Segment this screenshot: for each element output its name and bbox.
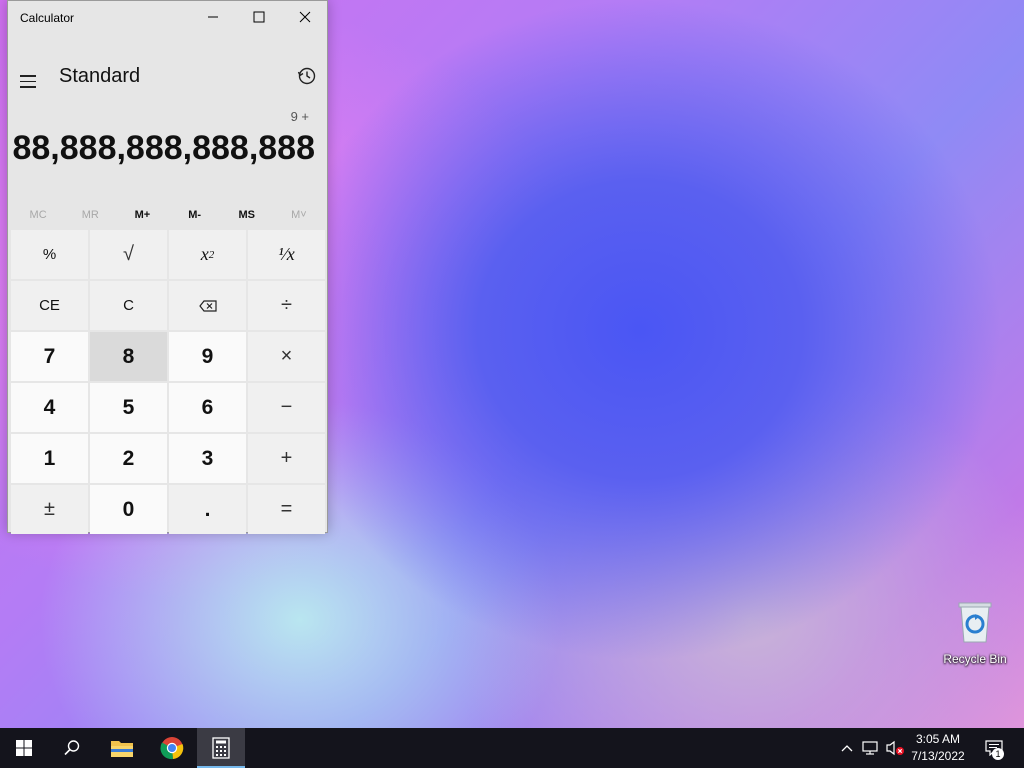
- chrome-button[interactable]: [148, 728, 196, 768]
- show-hidden-icons-button[interactable]: [836, 728, 858, 768]
- file-explorer-icon: [111, 741, 133, 757]
- start-icon: [16, 740, 32, 756]
- memory-row: MC MR M+ M- MS M˅: [12, 204, 325, 226]
- recycle-bin-label: Recycle Bin: [943, 652, 1007, 666]
- close-button[interactable]: [282, 1, 328, 33]
- square-base: x: [200, 244, 209, 264]
- digit-3-button[interactable]: 3: [169, 434, 246, 483]
- clear-button[interactable]: C: [90, 281, 167, 330]
- memory-clear-button[interactable]: MC: [12, 204, 64, 226]
- calculator-icon: [212, 737, 230, 759]
- reciprocal-button[interactable]: ¹⁄x: [248, 230, 325, 279]
- digit-1-button[interactable]: 1: [11, 434, 88, 483]
- calculator-taskbar-button[interactable]: [197, 728, 245, 768]
- clock-date: 7/13/2022: [911, 749, 965, 763]
- maximize-icon: [253, 11, 265, 23]
- hamburger-menu-icon[interactable]: [20, 75, 36, 92]
- volume-status[interactable]: [884, 728, 906, 768]
- digit-0-button[interactable]: 0: [90, 485, 167, 534]
- memory-list-button[interactable]: M˅: [273, 204, 325, 226]
- memory-recall-button[interactable]: MR: [64, 204, 116, 226]
- maximize-button[interactable]: [236, 1, 282, 33]
- negate-button[interactable]: ±: [11, 485, 88, 534]
- divide-button[interactable]: ÷: [248, 281, 325, 330]
- title-bar[interactable]: Calculator: [8, 1, 327, 35]
- clear-entry-button[interactable]: CE: [11, 281, 88, 330]
- taskbar: 3:05 AM 7/13/2022: [0, 728, 1024, 768]
- equals-button[interactable]: =: [248, 485, 325, 534]
- digit-2-button[interactable]: 2: [90, 434, 167, 483]
- add-button[interactable]: +: [248, 434, 325, 483]
- mode-title: Standard: [59, 65, 141, 87]
- decimal-button[interactable]: .: [169, 485, 246, 534]
- recycle-bin[interactable]: Recycle Bin: [940, 600, 1010, 666]
- notification-count-badge: 1: [992, 748, 1004, 760]
- digit-6-button[interactable]: 6: [169, 383, 246, 432]
- result-display: 88,888,888,888,888: [12, 129, 315, 167]
- square-exponent: 2: [208, 248, 215, 261]
- calculator-window: Calculator Standard 9 + 88,888,888,888,8…: [7, 0, 328, 534]
- square-root-button[interactable]: √: [90, 230, 167, 279]
- digit-4-button[interactable]: 4: [11, 383, 88, 432]
- memory-add-button[interactable]: M+: [116, 204, 168, 226]
- clock-time: 3:05 AM: [915, 732, 961, 746]
- window-title: Calculator: [20, 11, 75, 25]
- digit-8-button[interactable]: 8: [90, 332, 167, 381]
- minimize-button[interactable]: [190, 1, 236, 33]
- show-desktop-button[interactable]: [1018, 728, 1024, 768]
- volume-muted-icon: [886, 740, 904, 756]
- clock[interactable]: 3:05 AM 7/13/2022: [904, 731, 972, 765]
- expression-display: 9 +: [290, 109, 309, 124]
- chevron-up-icon: [841, 745, 853, 752]
- digit-7-button[interactable]: 7: [11, 332, 88, 381]
- mode-bar: Standard: [8, 63, 327, 109]
- square-button[interactable]: x2: [169, 230, 246, 279]
- keypad: % √ x2 ¹⁄x CE C ÷ 7 8 9 × 4 5 6 − 1 2 3 …: [11, 230, 326, 534]
- memory-store-button[interactable]: MS: [221, 204, 273, 226]
- subtract-button[interactable]: −: [248, 383, 325, 432]
- multiply-button[interactable]: ×: [248, 332, 325, 381]
- history-icon[interactable]: [297, 66, 317, 86]
- digit-9-button[interactable]: 9: [169, 332, 246, 381]
- file-explorer-button[interactable]: [98, 728, 146, 768]
- close-icon: [299, 11, 311, 23]
- minimize-icon: [208, 16, 218, 18]
- chrome-icon: [160, 737, 184, 760]
- backspace-button[interactable]: [169, 281, 246, 330]
- backspace-icon: [198, 299, 217, 312]
- recycle-bin-icon: [958, 602, 992, 643]
- memory-subtract-button[interactable]: M-: [169, 204, 221, 226]
- digit-5-button[interactable]: 5: [90, 383, 167, 432]
- percent-button[interactable]: %: [11, 230, 88, 279]
- start-button[interactable]: [0, 728, 48, 768]
- search-icon: [64, 740, 80, 756]
- network-status[interactable]: [860, 728, 882, 768]
- search-button[interactable]: [48, 728, 96, 768]
- network-icon: [862, 741, 878, 755]
